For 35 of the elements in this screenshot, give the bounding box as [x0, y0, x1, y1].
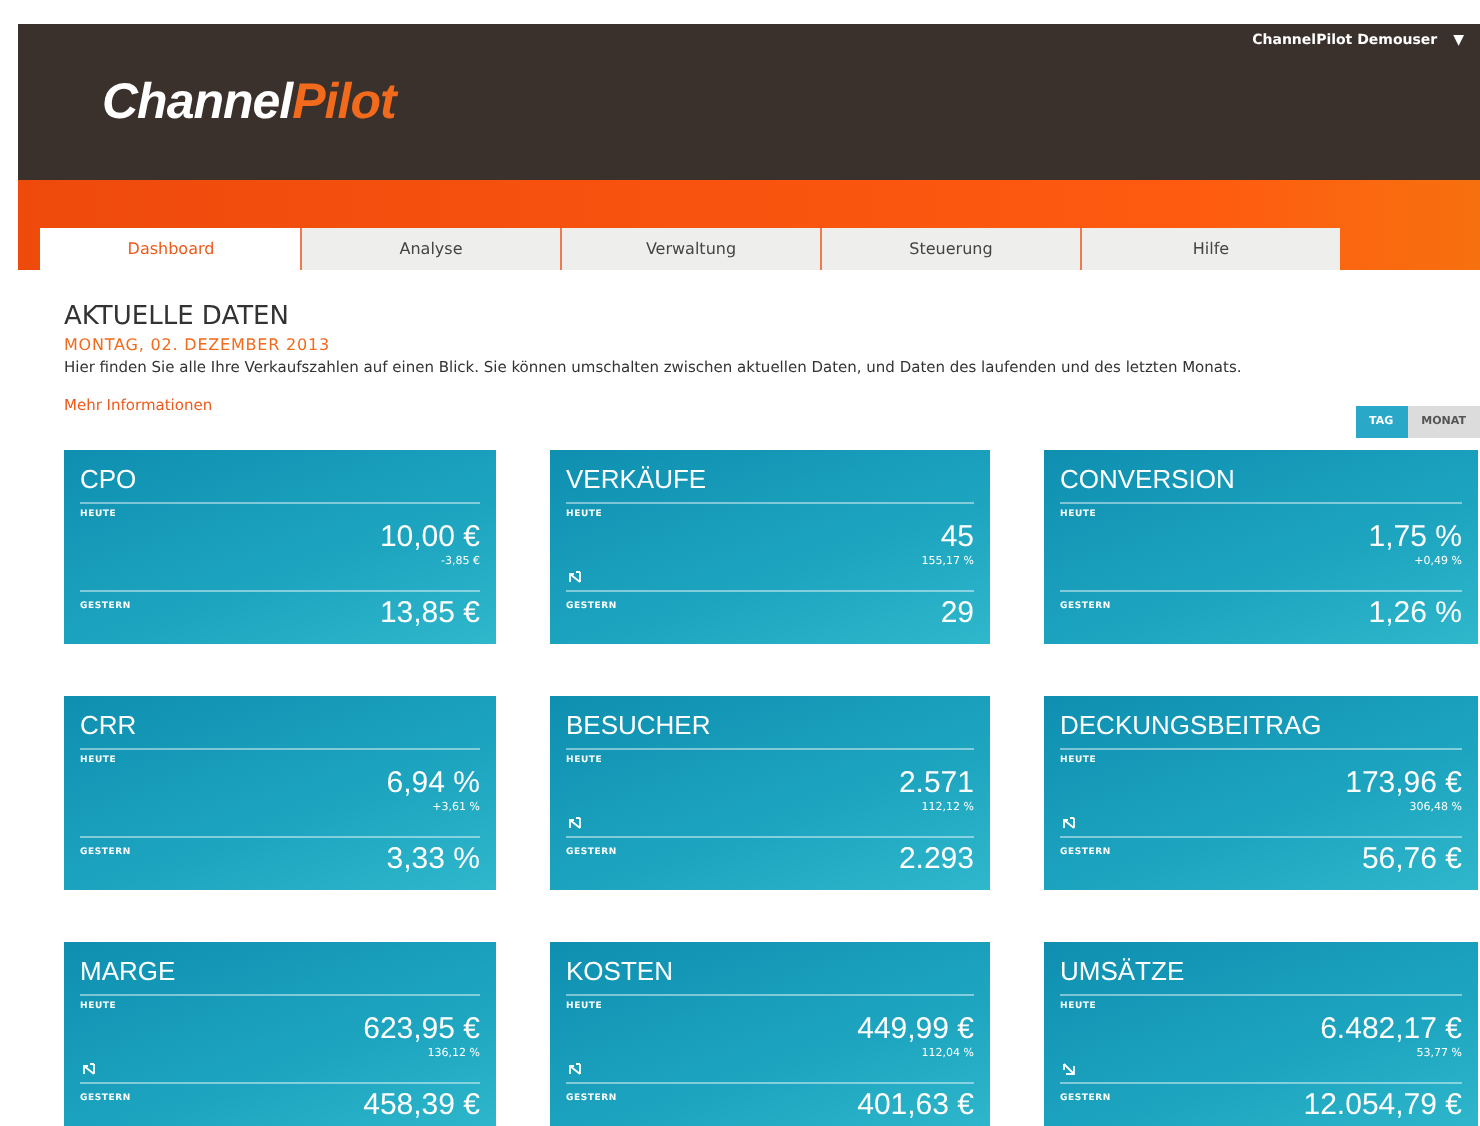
today-value: 1,75 %	[1368, 520, 1462, 555]
card-title: KOSTEN	[566, 956, 974, 996]
nav-tab[interactable]: Steuerung	[820, 228, 1080, 270]
section-title: AKTUELLE DATEN	[64, 302, 291, 332]
today-value: 6,94 %	[386, 766, 480, 801]
today-value: 449,99 €	[857, 1012, 974, 1047]
yesterday-value: 1,26 %	[1368, 596, 1462, 632]
date-text: MONTAG, 02. DEZEMBER 2013	[64, 336, 332, 354]
yesterday-value: 13,85 €	[379, 596, 480, 632]
today-value: 6.482,17 €	[1320, 1012, 1462, 1047]
card-title: UMSÄTZE	[1060, 956, 1462, 996]
yesterday-value: 56,76 €	[1361, 842, 1462, 878]
yesterday-value: 401,63 €	[857, 1088, 974, 1124]
yesterday-value: 2.293	[898, 842, 974, 878]
card-title: CONVERSION	[1060, 464, 1462, 504]
nav-tab[interactable]: Verwaltung	[560, 228, 820, 270]
nav-tab[interactable]: Analyse	[300, 228, 560, 270]
card-title: CPO	[80, 464, 480, 504]
card-title: VERKÄUFE	[566, 464, 974, 504]
nav-tab[interactable]: Dashboard	[40, 228, 300, 270]
today-value: 623,95 €	[363, 1012, 480, 1047]
nav-tab[interactable]: Hilfe	[1080, 228, 1340, 270]
today-value: 173,96 €	[1345, 766, 1462, 801]
card-title: DECKUNGSBEITRAG	[1060, 710, 1462, 750]
today-value: 2.571	[898, 766, 974, 801]
card-title: MARGE	[80, 956, 480, 996]
yesterday-value: 3,33 %	[386, 842, 480, 878]
logo: ChannelPilot	[102, 74, 396, 132]
card-title: CRR	[80, 710, 480, 750]
card-title: BESUCHER	[566, 710, 974, 750]
yesterday-value: 12.054,79 €	[1303, 1088, 1462, 1124]
yesterday-value: 29	[940, 596, 974, 632]
today-value: 10,00 €	[379, 520, 480, 555]
yesterday-value: 458,39 €	[363, 1088, 480, 1124]
today-value: 45	[940, 520, 974, 556]
